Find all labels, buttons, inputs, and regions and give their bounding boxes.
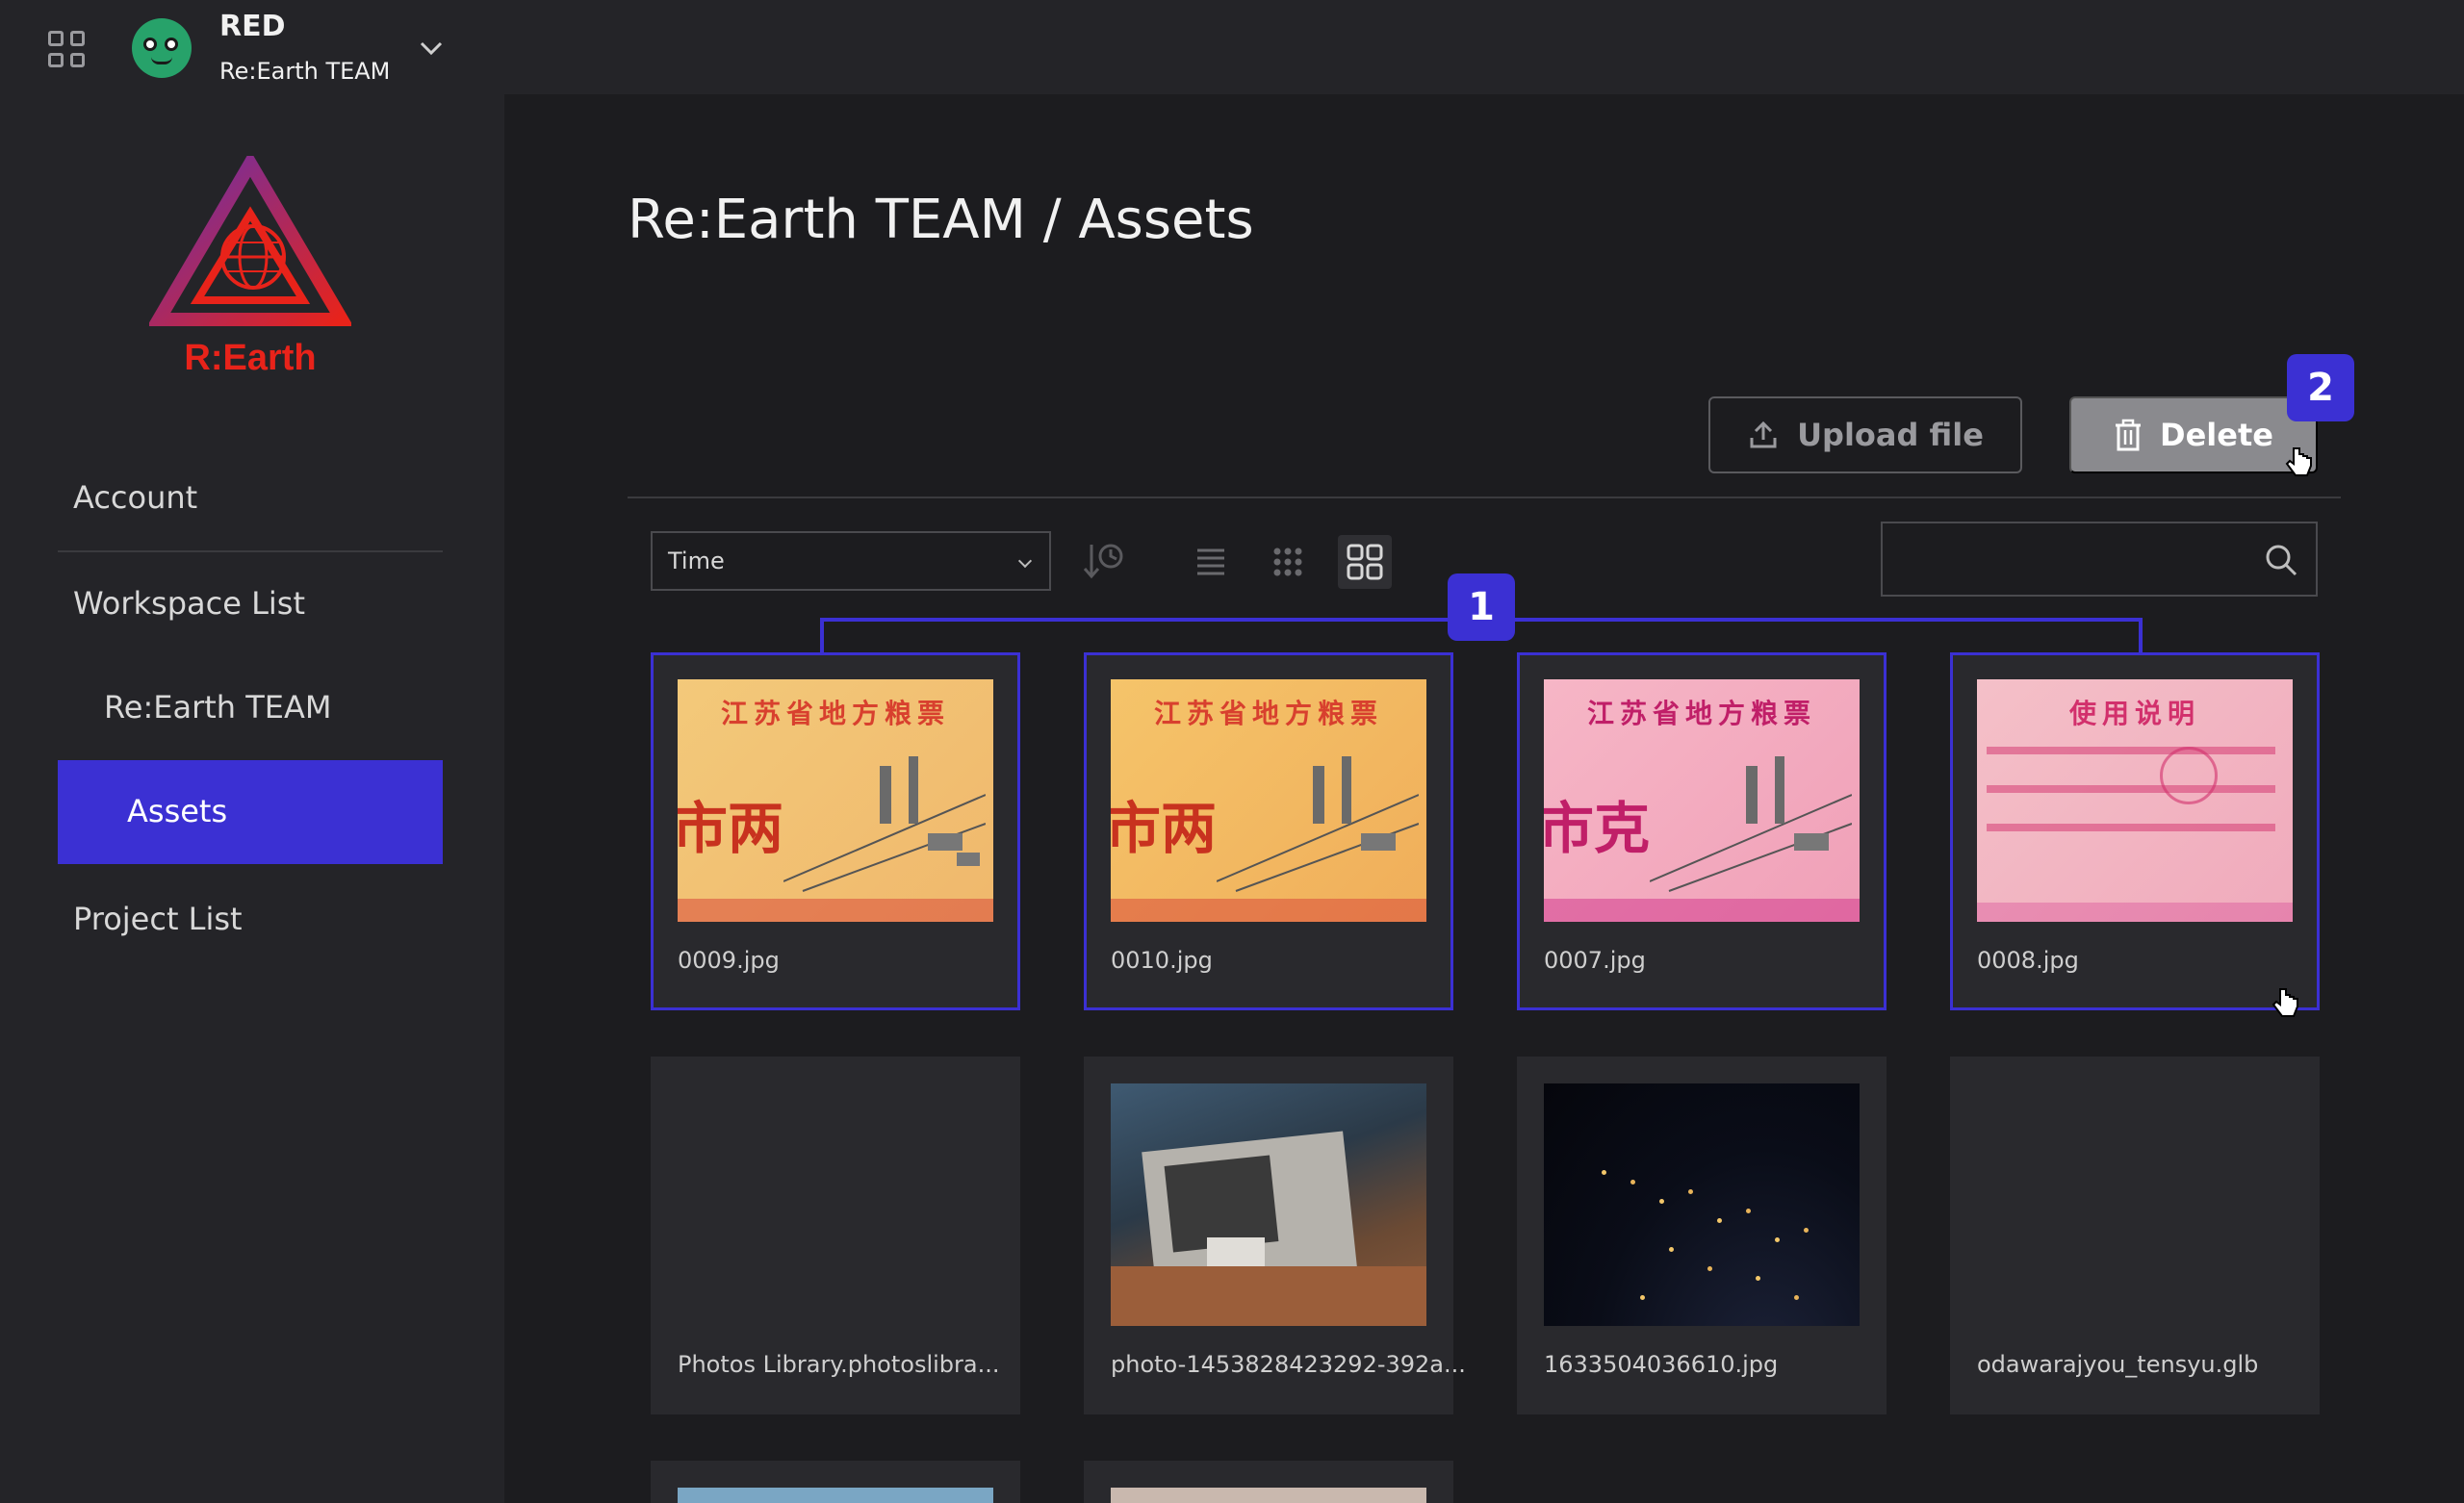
sort-select[interactable]: Time — [651, 531, 1051, 591]
top-bar: RED Re:Earth TEAM — [0, 0, 2464, 94]
search-box — [1881, 522, 2318, 597]
nav-workspace-list[interactable]: Workspace List — [73, 585, 305, 622]
chevron-down-icon[interactable] — [418, 35, 445, 62]
ticket-denomination-text: 市两 — [1111, 796, 1218, 861]
asset-name: photo-1453828423292-392a... — [1111, 1351, 1466, 1378]
asset-card-photos-library[interactable]: Photos Library.photoslibra... — [651, 1057, 1020, 1414]
app-grid-icon[interactable] — [48, 31, 85, 67]
asset-thumbnail — [1111, 1488, 1426, 1503]
asset-thumbnail — [678, 1488, 993, 1503]
ticket-denomination-text: 市两 — [678, 796, 784, 861]
ticket-header-text: 使用说明 — [2068, 698, 2200, 729]
avatar[interactable] — [132, 18, 192, 78]
asset-card-0010[interactable]: 江苏省地方粮票 市两 0010.jpg — [1084, 652, 1453, 1010]
divider — [58, 550, 443, 552]
ticket-denomination-text: 市克 — [1544, 796, 1651, 861]
nav-assets-label: Assets — [127, 793, 228, 829]
asset-card[interactable] — [1084, 1461, 1453, 1503]
asset-card-glb[interactable]: odawarajyou_tensyu.glb — [1950, 1057, 2320, 1414]
step-badge-2: 2 — [2287, 354, 2354, 421]
asset-thumbnail — [1111, 1083, 1426, 1326]
asset-name: Photos Library.photoslibra... — [678, 1351, 1000, 1378]
reearth-logo: R:Earth — [149, 156, 351, 377]
logo-text: R:Earth — [184, 338, 316, 377]
asset-name: 0009.jpg — [678, 947, 780, 974]
ticket-header-text: 江苏省地方粮票 — [1153, 698, 1383, 729]
trash-icon — [2116, 419, 2142, 451]
delete-label: Delete — [2160, 417, 2273, 453]
user-name: RED — [219, 10, 286, 43]
asset-name: 0007.jpg — [1544, 947, 1646, 974]
asset-thumbnail: 江苏省地方粮票 市两 — [1111, 679, 1426, 922]
hand-cursor-icon — [2272, 988, 2298, 1017]
nav-project-list[interactable]: Project List — [73, 901, 243, 937]
page-title: Re:Earth TEAM / Assets — [628, 189, 1254, 251]
ticket-header-text: 江苏省地方粮票 — [720, 698, 950, 729]
asset-name: 0010.jpg — [1111, 947, 1213, 974]
asset-card-0007[interactable]: 江苏省地方粮票 市克 0007.jpg — [1517, 652, 1886, 1010]
sidebar: R:Earth Account Workspace List Re:Earth … — [0, 94, 504, 1503]
asset-thumbnail: 江苏省地方粮票 市两 — [678, 679, 993, 922]
asset-name: 0008.jpg — [1977, 947, 2079, 974]
nav-workspace-reearth-team[interactable]: Re:Earth TEAM — [104, 689, 332, 726]
asset-card-photo-box[interactable]: photo-1453828423292-392a... — [1084, 1057, 1466, 1414]
step-badge-1: 1 — [1448, 573, 1515, 641]
sort-select-value: Time — [668, 548, 725, 574]
asset-thumbnail: 江苏省地方粮票 市克 — [1544, 679, 1860, 922]
asset-card[interactable] — [651, 1461, 1020, 1503]
asset-card-0009[interactable]: 江苏省地方粮票 市两 0009.jpg — [651, 652, 1020, 1010]
large-grid-view-icon[interactable] — [1338, 535, 1392, 589]
asset-name: 1633504036610.jpg — [1544, 1351, 1779, 1378]
asset-thumbnail — [1544, 1083, 1860, 1326]
delete-button[interactable]: Delete — [2069, 396, 2318, 473]
list-view-icon[interactable] — [1184, 535, 1238, 589]
chevron-down-icon — [1017, 553, 1033, 569]
search-input[interactable] — [1896, 533, 2243, 585]
asset-card-earth-night[interactable]: 1633504036610.jpg — [1517, 1057, 1886, 1414]
upload-file-button[interactable]: Upload file — [1708, 396, 2022, 473]
workspace-name: Re:Earth TEAM — [219, 58, 391, 85]
nav-assets[interactable]: Assets — [58, 760, 443, 864]
upload-icon — [1750, 420, 1777, 448]
upload-file-label: Upload file — [1797, 417, 1984, 453]
small-grid-view-icon[interactable] — [1261, 535, 1315, 589]
nav-account[interactable]: Account — [73, 479, 197, 516]
search-icon[interactable] — [2264, 543, 2298, 577]
sort-order-icon[interactable] — [1076, 535, 1130, 589]
asset-card-0008[interactable]: 使用说明 0008.jpg — [1950, 652, 2320, 1010]
asset-thumbnail: 使用说明 — [1977, 679, 2293, 922]
hand-cursor-icon — [2285, 447, 2312, 476]
toolbar-divider — [628, 497, 2341, 498]
asset-name: odawarajyou_tensyu.glb — [1977, 1351, 2259, 1378]
ticket-header-text: 江苏省地方粮票 — [1586, 698, 1816, 729]
